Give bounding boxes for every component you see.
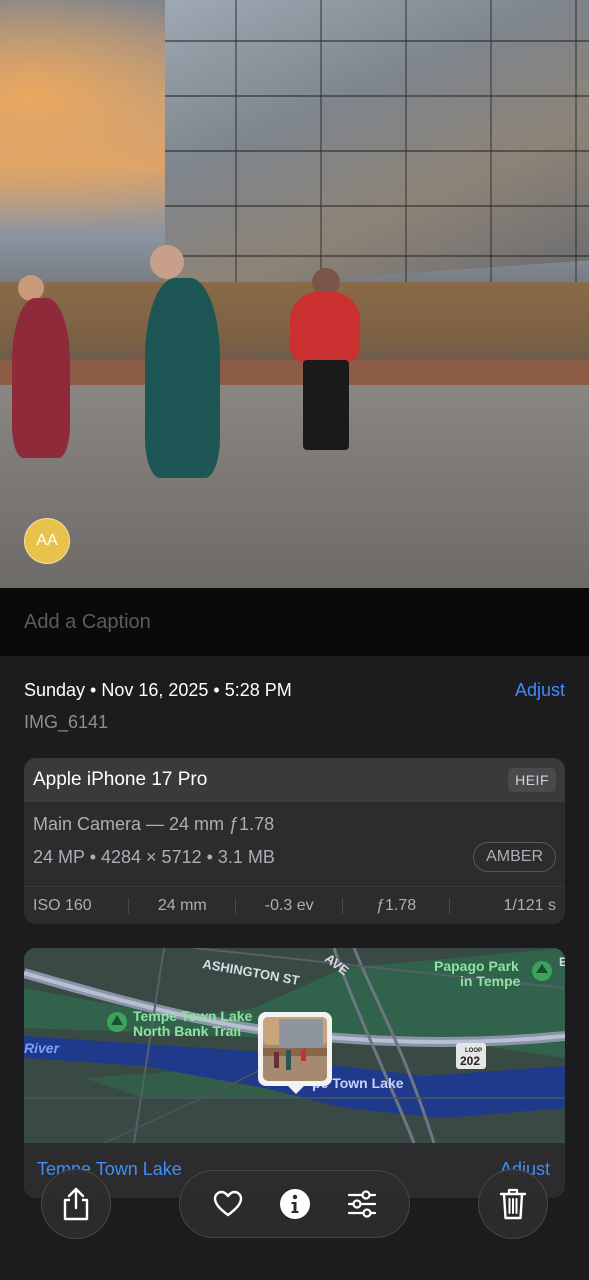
svg-text:202: 202 — [460, 1054, 480, 1068]
format-badge: HEIF — [508, 768, 556, 792]
shutter-value: 1/121 s — [503, 896, 557, 914]
person — [150, 245, 184, 279]
person — [303, 360, 349, 450]
avatar[interactable]: AA — [24, 518, 70, 564]
trash-icon — [499, 1188, 527, 1220]
ground — [0, 385, 589, 588]
location-map[interactable]: ASHINGTON ST AVE Papago Park in Tempe E … — [24, 948, 565, 1198]
photo-location-pin[interactable] — [258, 1012, 332, 1094]
lens-info: Main Camera — 24 mm ƒ1.78 — [33, 814, 275, 834]
info-icon — [279, 1189, 310, 1219]
heart-icon — [213, 1190, 242, 1217]
share-icon — [63, 1187, 89, 1221]
camera-card: Apple iPhone 17 Pro HEIF Main Camera — 2… — [24, 758, 565, 924]
aperture-value: ƒ1.78 — [376, 896, 417, 914]
trail-label: North Bank Trail — [133, 1023, 241, 1039]
camera-card-header: Apple iPhone 17 Pro HEIF — [24, 758, 565, 802]
iso-value: ISO 160 — [33, 896, 92, 914]
share-button[interactable] — [41, 1169, 111, 1239]
person — [145, 278, 220, 478]
edge-label: E — [559, 955, 565, 969]
park-label: Papago Park — [434, 958, 519, 974]
filename: IMG_6141 — [24, 712, 109, 732]
person — [290, 292, 360, 362]
delete-button[interactable] — [478, 1169, 548, 1239]
favorite-button[interactable] — [210, 1186, 246, 1222]
trail-label: Tempe Town Lake — [133, 1008, 252, 1024]
park-label: in Tempe — [460, 973, 521, 989]
date-time: Sunday • Nov 16, 2025 • 5:28 PM — [24, 680, 292, 700]
glass-building — [165, 0, 589, 290]
edit-button[interactable] — [344, 1186, 380, 1222]
image-specs: 24 MP • 4284 × 5712 • 3.1 MB — [33, 847, 275, 867]
sliders-icon — [347, 1190, 376, 1218]
exif-row: ISO 160 24 mm -0.3 ev ƒ1.78 1/121 s — [24, 886, 565, 924]
caption-field[interactable]: Add a Caption — [0, 588, 589, 656]
river-label: River — [24, 1040, 61, 1056]
exposure-value: -0.3 ev — [264, 896, 314, 914]
profile-badge: AMBER — [473, 842, 556, 872]
device-name: Apple iPhone 17 Pro — [33, 769, 208, 790]
adjust-date-button[interactable]: Adjust — [515, 680, 565, 701]
info-button[interactable] — [277, 1186, 313, 1222]
photo-actions-pill — [179, 1170, 410, 1238]
focal-length-value: 24 mm — [157, 896, 207, 914]
map-canvas[interactable]: ASHINGTON ST AVE Papago Park in Tempe E … — [24, 948, 565, 1143]
person — [12, 298, 70, 458]
photo[interactable]: AA — [0, 0, 589, 588]
